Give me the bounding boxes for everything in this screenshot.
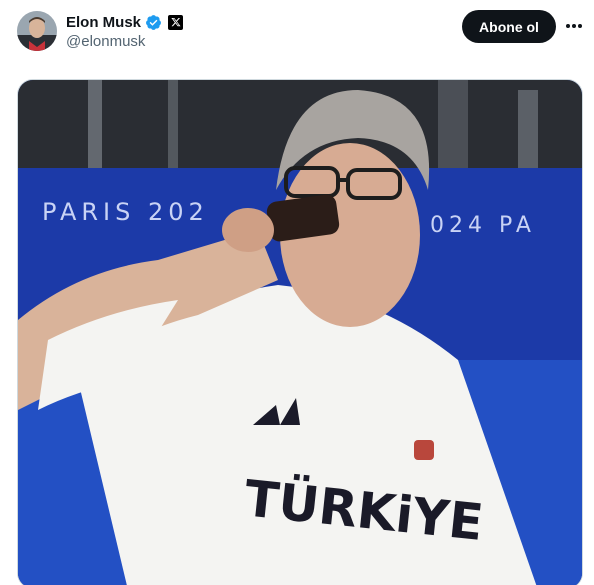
tweet-header: Elon Musk @elonmusk Abone ol — [0, 0, 594, 70]
author-display-name[interactable]: Elon Musk — [66, 14, 141, 31]
avatar[interactable] — [17, 11, 57, 51]
more-horizontal-icon[interactable] — [562, 14, 586, 38]
follow-button[interactable]: Abone ol — [462, 10, 556, 43]
banner-text-right: 024 PA — [430, 213, 536, 238]
tweet-media-video[interactable]: PARIS 202 024 PA TÜRKiYE — [17, 79, 583, 585]
x-logo-icon — [168, 14, 184, 30]
verified-badge-icon — [145, 14, 162, 31]
author-name-row: Elon Musk — [66, 12, 184, 32]
banner-text-left: PARIS 202 — [42, 198, 209, 226]
author-handle[interactable]: @elonmusk — [66, 33, 145, 50]
